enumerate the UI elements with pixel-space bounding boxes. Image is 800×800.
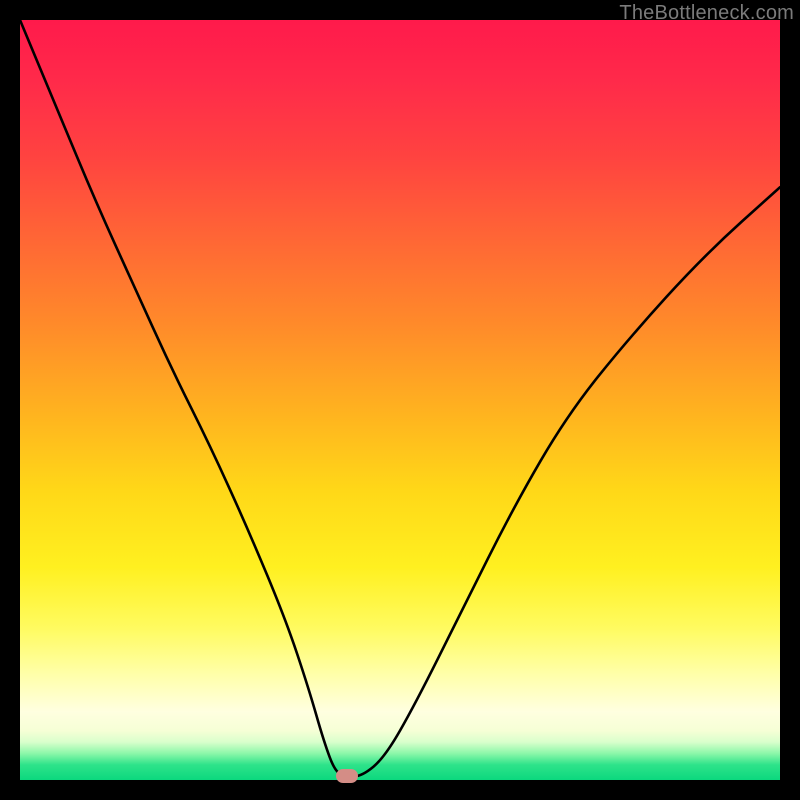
chart-frame: TheBottleneck.com bbox=[0, 0, 800, 800]
plot-area bbox=[20, 20, 780, 780]
vertex-marker bbox=[336, 769, 358, 783]
curve-path bbox=[20, 20, 780, 776]
watermark-text: TheBottleneck.com bbox=[619, 2, 794, 25]
curve-svg bbox=[20, 20, 780, 780]
